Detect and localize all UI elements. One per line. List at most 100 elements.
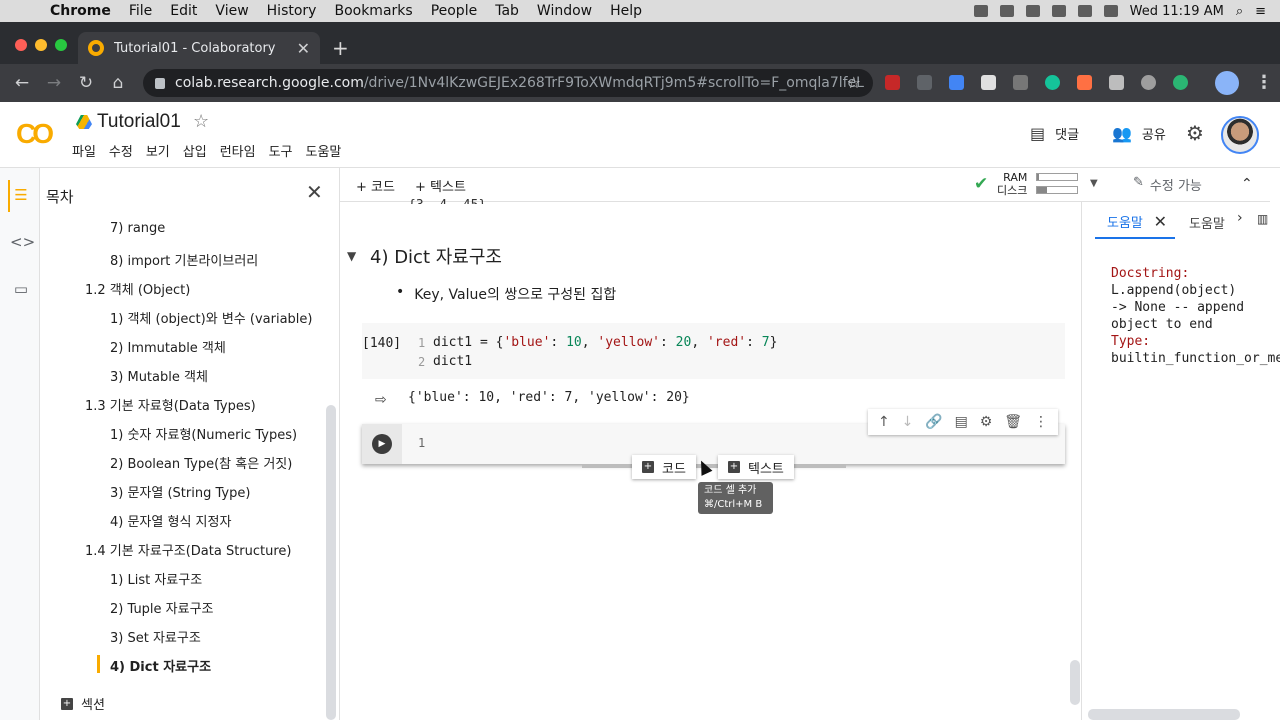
extension-icon[interactable] [1077,75,1092,90]
toc-item[interactable]: 3) Set 자료구조 [110,627,201,646]
chevron-down-icon[interactable]: ▼ [1090,178,1098,189]
connected-check-icon[interactable]: ✔ [974,174,988,194]
resource-labels[interactable]: RAM 디스크 [997,171,1027,197]
tray-icon[interactable] [973,5,988,17]
add-section-button[interactable]: + 섹션 [61,694,105,713]
toc-item[interactable]: 7) range [110,221,165,236]
share-button[interactable]: 👥 공유 [1112,124,1166,143]
bookmark-star-icon[interactable]: ☆ [847,73,861,92]
code-line[interactable]: dict1 = {'blue': 10, 'yellow': 20, 'red'… [433,335,777,350]
collapse-section-icon[interactable]: ▼ [347,249,356,263]
menu-window[interactable]: Window [537,3,592,19]
star-icon[interactable]: ☆ [193,111,209,132]
dropbox-extension-icon[interactable] [917,75,932,90]
menu-file[interactable]: File [129,3,152,19]
home-icon[interactable]: ⌂ [102,73,134,93]
menu-edit-ko[interactable]: 수정 [109,141,133,160]
toc-item-active[interactable]: 4) Dict 자료구조 [110,656,211,675]
chevron-up-icon[interactable]: ⌃ [1241,176,1253,192]
menu-tools-ko[interactable]: 도구 [269,141,293,160]
more-vert-icon[interactable]: ⋮ [1034,414,1048,430]
zoom-window-icon[interactable] [55,39,67,51]
clock[interactable]: Wed 11:19 AM [1130,4,1224,19]
menu-help-ko[interactable]: 도움말 [306,141,342,160]
reload-icon[interactable]: ↻ [70,73,102,93]
forward-icon[interactable]: → [38,73,70,93]
tab-help[interactable]: 도움말 [1189,213,1225,232]
user-avatar[interactable] [1221,116,1259,154]
menu-list-icon[interactable]: ≡ [1255,4,1266,19]
tray-icon[interactable] [1025,5,1040,17]
address-bar[interactable]: colab.research.google.com /drive/1Nv4lKz… [143,69,873,97]
more-vert-icon[interactable]: ⋮ [1255,72,1273,93]
menu-app[interactable]: Chrome [50,3,111,19]
new-tab-icon[interactable]: + [332,36,349,60]
settings-gear-icon[interactable]: ⚙ [1186,121,1204,145]
notebook-title[interactable]: Tutorial01 [97,111,181,133]
toc-item[interactable]: 1.4 기본 자료구조(Data Structure) [85,540,292,559]
move-down-icon[interactable]: ↓ [902,414,914,430]
toc-item[interactable]: 1.3 기본 자료형(Data Types) [85,395,256,414]
toc-item[interactable]: 2) Immutable 객체 [110,337,226,356]
toc-scrollbar[interactable] [326,405,336,720]
toc-item[interactable]: 1) List 자료구조 [110,569,202,588]
apple-icon[interactable] [22,3,36,19]
columns-icon[interactable]: ▥ [1257,212,1268,226]
menu-view[interactable]: View [215,3,248,19]
add-text-button[interactable]: + 텍스트 [415,176,466,195]
colab-logo[interactable]: CO [16,118,54,150]
extension-icon[interactable] [885,75,900,90]
insert-code-button[interactable]: + 코드 [632,455,696,479]
wifi-icon[interactable] [1077,5,1092,17]
toc-item[interactable]: 1.2 객체 (Object) [85,279,190,298]
link-icon[interactable]: 🔗 [925,414,942,430]
docs-scrollbar[interactable] [1088,709,1240,720]
output-menu-icon[interactable]: ⇨ [375,392,387,408]
folder-icon[interactable]: ▭ [10,280,32,298]
toc-item[interactable]: 2) Boolean Type(참 혹은 거짓) [110,453,292,472]
toc-item[interactable]: 8) import 기본라이브러리 [110,250,258,269]
main-scrollbar[interactable] [1070,660,1080,705]
add-code-button[interactable]: + 코드 [356,176,395,195]
menu-insert-ko[interactable]: 삽입 [183,141,207,160]
profile-avatar[interactable] [1215,71,1239,95]
toc-icon[interactable]: ☰ [10,186,32,204]
toc-item[interactable]: 3) Mutable 객체 [110,366,208,385]
code-snippets-icon[interactable]: <> [10,233,35,251]
toc-item[interactable]: 2) Tuple 자료구조 [110,598,214,617]
menu-file-ko[interactable]: 파일 [72,141,96,160]
comment-icon[interactable]: ▤ [955,414,968,430]
close-window-icon[interactable] [15,39,27,51]
extension-icon[interactable] [1013,75,1028,90]
menu-help[interactable]: Help [610,3,642,19]
dropbox-icon[interactable] [999,5,1014,17]
toc-item[interactable]: 4) 문자열 형식 지정자 [110,511,231,530]
close-tab-icon[interactable]: ✕ [297,39,310,58]
close-icon[interactable]: ✕ [306,180,323,204]
menu-edit[interactable]: Edit [170,3,197,19]
grammarly-icon[interactable] [1045,75,1060,90]
tab-help-active[interactable]: 도움말 ✕ [1095,206,1175,239]
code-line[interactable]: dict1 [433,354,472,369]
menu-history[interactable]: History [267,3,317,19]
toc-item[interactable]: 3) 문자열 (String Type) [110,482,250,501]
volume-icon[interactable] [1103,5,1118,17]
menu-tab[interactable]: Tab [495,3,519,19]
toc-item[interactable]: 1) 숫자 자료형(Numeric Types) [110,424,297,443]
toc-item[interactable]: 1) 객체 (object)와 변수 (variable) [110,308,312,327]
comment-button[interactable]: ▤ 댓글 [1030,124,1079,143]
code-cell[interactable] [362,323,1065,379]
move-up-icon[interactable]: ↑ [878,414,890,430]
menu-runtime-ko[interactable]: 런타임 [220,141,256,160]
extension-icon[interactable] [949,75,964,90]
chevron-right-icon[interactable]: › [1237,210,1243,226]
edit-mode-button[interactable]: ✎ 수정 가능 [1133,175,1202,194]
spotlight-icon[interactable]: ⌕ [1236,4,1243,19]
browser-tab[interactable]: Tutorial01 - Colaboratory ✕ [78,32,320,64]
extension-icon[interactable] [1173,75,1188,90]
tray-icon[interactable] [1051,5,1066,17]
run-cell-icon[interactable]: ▶ [372,434,392,454]
extension-icon[interactable] [1109,75,1124,90]
minimize-window-icon[interactable] [35,39,47,51]
cell-settings-icon[interactable]: ⚙ [980,414,993,430]
